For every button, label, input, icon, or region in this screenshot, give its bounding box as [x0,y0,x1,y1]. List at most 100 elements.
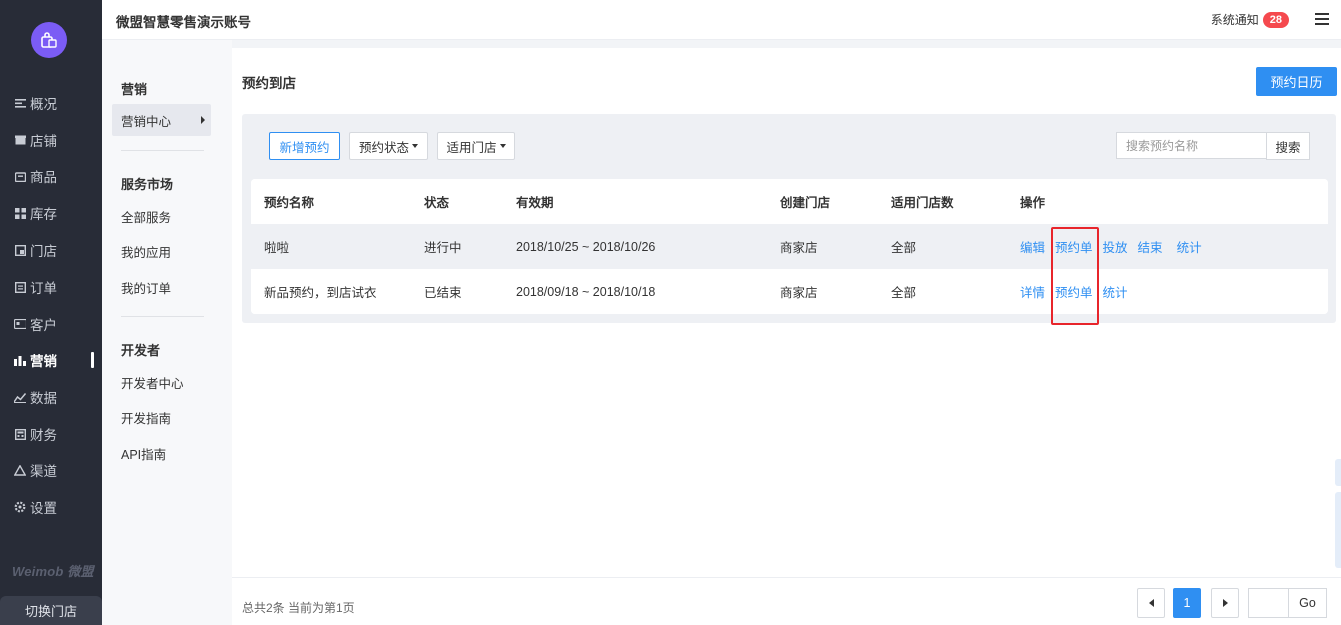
subnav-item-developer-center[interactable]: 开发者中心 [112,366,211,398]
subnav-group-title: 营销 [121,82,148,97]
column-header: 状态 [424,196,450,210]
dropdown-label: 适用门店 [446,140,497,155]
go-button[interactable]: Go [1288,588,1327,618]
subnav-item-all-services[interactable]: 全部服务 [112,200,211,232]
page-number-button[interactable]: 1 [1173,588,1201,618]
notice-count-badge: 28 [1262,11,1289,28]
line-chart-icon [14,391,26,403]
sidebar-item-label: 客户 [30,318,57,333]
align-left-icon [14,97,26,109]
grid-icon [14,207,26,219]
brand-logo: Weimob 微盟 [12,564,94,579]
subnav-group-title: 开发者 [121,343,161,358]
subnav-item-api-guide[interactable]: API指南 [112,437,211,469]
row-actions: 详情 预约单 统计 [1020,269,1138,314]
status-dropdown[interactable]: 预约状态 [349,132,428,160]
goto-page-input[interactable] [1248,588,1289,618]
sidebar-item-stores[interactable]: 门店 [0,236,102,264]
subnav-item-my-orders[interactable]: 我的订单 [112,271,211,303]
prev-page-button[interactable] [1137,588,1165,618]
booking-calendar-button[interactable]: 预约日历 [1256,67,1337,96]
caret-down-icon [499,144,506,148]
hamburger-menu-icon[interactable] [1315,13,1329,25]
store-dropdown[interactable]: 适用门店 [437,132,515,160]
pagination-summary: 总共2条 当前为第1页 [242,601,355,615]
sidebar-item-label: 概况 [30,97,57,112]
card-icon [14,318,26,330]
search-input[interactable] [1116,132,1267,159]
switch-store-button[interactable]: 切换门店 [0,596,102,625]
search-button[interactable]: 搜索 [1266,132,1310,160]
row-actions: 编辑 预约单 投放 结束 统计 [1020,224,1212,269]
stats-link[interactable]: 统计 [1177,237,1202,256]
booking-panel: 新增预约 预约状态 适用门店 搜索 预约名称 状态 有效期 创建门店 适用门店数… [242,114,1336,323]
subnav-item-my-apps[interactable]: 我的应用 [112,235,211,267]
bag-icon [14,170,26,182]
sidebar-item-orders[interactable]: 订单 [0,273,102,301]
sidebar-item-inventory[interactable]: 库存 [0,199,102,227]
booking-table: 预约名称 状态 有效期 创建门店 适用门店数 操作 啦啦 进行中 2018/10… [251,179,1328,314]
sidebar-item-marketing[interactable]: 营销 [0,346,102,374]
new-booking-button[interactable]: 新增预约 [269,132,340,160]
sidebar-item-label: 订单 [30,281,57,296]
booking-orders-link[interactable]: 预约单 [1055,237,1093,256]
sidebar-item-label: 门店 [30,244,57,259]
chevron-left-icon [1148,599,1154,607]
shop-icon [14,134,26,146]
notice-label: 系统通知 [1210,13,1259,27]
booking-period: 2018/10/25 ~ 2018/10/26 [516,239,656,254]
side-float-tab[interactable] [1335,459,1341,486]
booking-name: 啦啦 [264,241,290,255]
publish-link[interactable]: 投放 [1103,237,1128,256]
list-icon [14,281,26,293]
logo-icon[interactable] [31,22,67,58]
edit-link[interactable]: 编辑 [1020,237,1045,256]
sidebar-item-label: 店铺 [30,134,57,149]
sidebar-item-label: 设置 [30,501,57,516]
recycle-icon [14,464,26,476]
column-header: 有效期 [516,196,554,210]
sidebar-item-settings[interactable]: 设置 [0,493,102,521]
top-bar: 微盟智慧零售演示账号 系统通知 28 [102,0,1341,40]
sidebar-item-finance[interactable]: 财务 [0,420,102,448]
sidebar-item-shop[interactable]: 店铺 [0,126,102,154]
sidebar-item-channels[interactable]: 渠道 [0,456,102,484]
divider [121,150,204,151]
chevron-right-icon [1222,599,1228,607]
side-float-tab[interactable] [1335,492,1341,568]
store-count: 全部 [891,241,917,255]
dropdown-label: 预约状态 [358,140,409,155]
end-link[interactable]: 结束 [1138,237,1163,256]
creating-store: 商家店 [780,286,818,300]
creating-store: 商家店 [780,241,818,255]
pagination-bar: 总共2条 当前为第1页 1 Go [232,577,1341,625]
system-notice[interactable]: 系统通知 28 [1211,11,1289,28]
sidebar-item-overview[interactable]: 概况 [0,89,102,117]
divider [121,316,204,317]
stats-link[interactable]: 统计 [1103,282,1128,301]
caret-down-icon [412,144,418,148]
column-header: 预约名称 [264,196,315,210]
details-link[interactable]: 详情 [1020,282,1045,301]
calculator-icon [14,428,26,440]
page-title: 预约到店 [242,76,296,91]
subnav-item-marketing-center[interactable]: 营销中心 [112,104,211,136]
column-header: 操作 [1020,196,1046,210]
table-row: 啦啦 进行中 2018/10/25 ~ 2018/10/26 商家店 全部 编辑… [251,224,1328,269]
sidebar-item-data[interactable]: 数据 [0,383,102,411]
gear-icon [14,501,26,513]
table-header: 预约名称 状态 有效期 创建门店 适用门店数 操作 [251,179,1328,224]
main-sidebar: 概况 店铺 商品 库存 门店 订单 客户 营销 数据 财务 渠道 设置 Weim… [0,0,102,625]
subnav-item-dev-guide[interactable]: 开发指南 [112,401,211,433]
booking-period: 2018/09/18 ~ 2018/10/18 [516,284,656,299]
next-page-button[interactable] [1211,588,1239,618]
secondary-sidebar: 营销 营销中心 服务市场 全部服务 我的应用 我的订单 开发者 开发者中心 开发… [102,40,232,625]
store-icon [14,244,26,256]
booking-orders-link[interactable]: 预约单 [1055,282,1093,301]
sidebar-item-goods[interactable]: 商品 [0,162,102,190]
sidebar-item-label: 营销 [30,354,57,369]
sidebar-item-customers[interactable]: 客户 [0,310,102,338]
sidebar-item-label: 商品 [30,170,57,185]
booking-name: 新品预约，到店试衣 [264,286,377,300]
booking-status: 进行中 [424,241,462,255]
